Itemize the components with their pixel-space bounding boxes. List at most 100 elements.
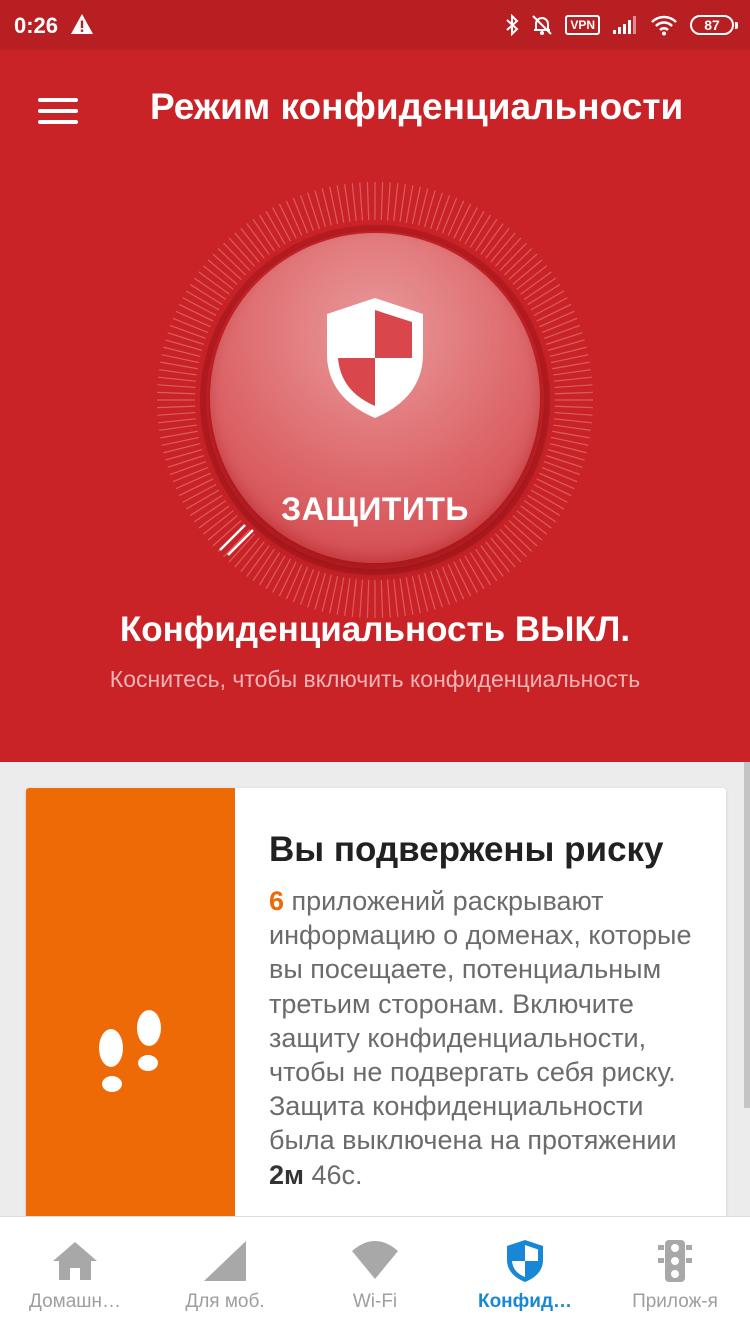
risk-text-body: приложений раскрывают информацию о домен…: [269, 886, 692, 1156]
risk-card[interactable]: Вы подвержены риску 6 приложений раскрыв…: [26, 788, 726, 1248]
dial-tick: [469, 552, 492, 586]
warning-icon: [71, 14, 93, 34]
vpn-badge: VPN: [565, 15, 600, 35]
bottom-nav: Домашн… Для моб. Wi-Fi Конфид… Прилож-я: [0, 1216, 750, 1334]
dial-tick: [458, 558, 478, 593]
dial-tick: [543, 460, 581, 476]
dial-tick: [158, 418, 197, 424]
nav-label: Конфид…: [477, 1291, 573, 1312]
dial-tick: [527, 283, 561, 306]
dial-tick: [172, 466, 209, 483]
dial-tick: [539, 310, 575, 328]
menu-bar: [38, 120, 78, 124]
dial-tick: [178, 478, 214, 497]
dial-tick: [539, 472, 575, 490]
dial-tick: [272, 207, 292, 242]
dial-tick: [351, 183, 357, 222]
dial-tick: [554, 391, 593, 395]
dial-tick: [464, 210, 485, 245]
risk-description: 6 приложений раскрывают информацию о дом…: [269, 884, 699, 1192]
dial-tick: [552, 430, 590, 439]
dial-tick: [158, 376, 197, 382]
dial-tick: [175, 310, 211, 328]
dial-tick: [185, 290, 220, 311]
nav-item-mobile[interactable]: Для моб.: [150, 1217, 300, 1334]
nav-label: Прилож-я: [632, 1291, 718, 1312]
dial-tick: [435, 194, 451, 232]
wifi-icon: [651, 15, 677, 36]
dial-tick: [464, 555, 485, 590]
cellular-signal-icon: [204, 1241, 246, 1281]
off-duration-minutes: 2м: [269, 1159, 304, 1190]
dial-tick: [447, 564, 465, 600]
dial-tick: [386, 182, 391, 221]
dial-tick: [189, 283, 223, 306]
dial-tick: [553, 376, 592, 382]
dial-tick: [258, 552, 281, 586]
menu-bar: [38, 98, 78, 102]
nav-label: Для моб.: [185, 1291, 265, 1312]
dial-tick: [530, 290, 565, 311]
status-time: 0:26: [14, 13, 59, 38]
shield-icon: [507, 1240, 543, 1282]
protect-button[interactable]: ЗАЩИТИТЬ: [210, 233, 540, 563]
dial-tick: [554, 405, 593, 409]
bell-muted-icon: [532, 15, 553, 35]
dial-tick: [299, 194, 315, 232]
privacy-header: Режим конфиденциальности ЗАЩИТИТЬ Конфид…: [0, 50, 750, 762]
dial-tick: [161, 354, 200, 364]
dial-tick: [157, 384, 196, 389]
dial-tick: [458, 207, 478, 242]
nav-item-apps[interactable]: Прилож-я: [600, 1217, 750, 1334]
exposed-apps-count: 6: [269, 886, 285, 916]
dial-tick: [453, 561, 472, 597]
nav-item-wifi[interactable]: Wi-Fi: [300, 1217, 450, 1334]
nav-label: Wi-Fi: [352, 1291, 398, 1312]
dial-tick: [265, 555, 286, 590]
dial-tick: [172, 317, 209, 334]
dial-tick: [533, 297, 568, 317]
wifi-icon: [352, 1241, 398, 1279]
dial-tick: [536, 478, 572, 497]
dial-tick: [160, 361, 198, 370]
dial-tick: [359, 182, 364, 221]
dial-tick: [329, 575, 339, 614]
scrollbar[interactable]: [744, 762, 750, 1108]
dial-tick: [435, 568, 451, 606]
dial-tick: [272, 558, 292, 593]
dial-tick: [175, 472, 211, 490]
dial-tick: [292, 566, 309, 603]
menu-bar: [38, 109, 78, 113]
dial-tick: [258, 214, 281, 248]
dial-tick: [393, 183, 399, 222]
risk-card-banner: [26, 788, 235, 1248]
dial-tick: [157, 411, 196, 416]
bluetooth-icon: [506, 14, 519, 36]
nav-item-home[interactable]: Домашн…: [0, 1217, 150, 1334]
dial-tick: [299, 568, 315, 606]
risk-title: Вы подвержены риску: [269, 830, 664, 869]
dial-tick: [453, 203, 472, 239]
dial-tick: [554, 411, 593, 416]
dial-tick: [553, 369, 591, 376]
dial-tick: [169, 460, 207, 476]
dial-tick: [441, 197, 458, 234]
nav-label: Домашн…: [28, 1291, 121, 1312]
dial-tick: [447, 200, 465, 236]
dial-tick: [285, 200, 303, 236]
menu-button[interactable]: [36, 94, 80, 128]
dial-tick: [552, 361, 590, 370]
dial-tick: [553, 424, 591, 431]
dial-tick: [366, 182, 370, 221]
footsteps-icon: [99, 1010, 161, 1092]
dial-tick: [182, 297, 217, 317]
dial-tick: [399, 184, 406, 222]
status-bar: 0:26 VPN 87: [0, 0, 750, 50]
dial-tick: [541, 466, 578, 483]
dial-tick: [550, 436, 589, 446]
dial-tick: [550, 354, 589, 364]
dial-tick: [441, 566, 458, 603]
nav-item-privacy[interactable]: Конфид…: [450, 1217, 600, 1334]
dial-tick: [411, 575, 421, 614]
dial-tick: [553, 418, 592, 424]
